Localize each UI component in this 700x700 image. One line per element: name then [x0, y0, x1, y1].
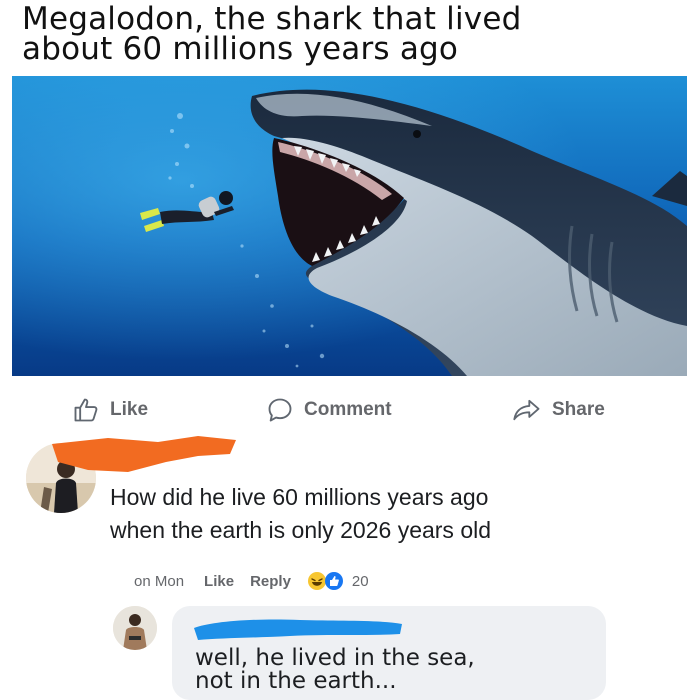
- post-title-line-1: Megalodon, the shark that lived: [22, 1, 522, 37]
- comment-icon: [268, 398, 292, 422]
- post-image[interactable]: [12, 76, 687, 376]
- replier-photo: [113, 606, 157, 650]
- comment-button[interactable]: Comment: [266, 396, 392, 424]
- share-icon: [513, 399, 540, 421]
- comment-reply-link[interactable]: Reply: [250, 573, 291, 590]
- like-button-label: Like: [110, 399, 149, 420]
- like-button[interactable]: Like: [72, 396, 148, 424]
- reactions[interactable]: [307, 571, 344, 591]
- comment-text-line-2: when the earth is only 2026 years old: [110, 517, 492, 543]
- comment-text: How did he live 60 millions years ago wh…: [110, 481, 670, 547]
- comment-meta: on Mon Like Reply 20: [134, 570, 369, 592]
- comment-like-link[interactable]: Like: [204, 573, 234, 590]
- megalodon-photo: [12, 76, 687, 376]
- redacted-replier-name: [194, 619, 402, 640]
- comment-button-label: Comment: [304, 399, 392, 420]
- reply-text-line-2: not in the earth...: [195, 668, 397, 694]
- post-actions-bar: Like Comment Share: [0, 392, 700, 432]
- reaction-count: 20: [351, 572, 369, 590]
- redacted-commenter-name: [52, 436, 236, 472]
- like-reaction-icon: [324, 572, 343, 590]
- share-button[interactable]: Share: [512, 396, 605, 424]
- comment-timestamp: on Mon: [134, 572, 185, 590]
- reply-text: well, he lived in the sea, not in the ea…: [195, 647, 595, 693]
- reply-avatar[interactable]: [113, 606, 157, 650]
- reply-text-line-1: well, he lived in the sea,: [195, 645, 475, 671]
- share-button-label: Share: [552, 399, 605, 420]
- post-title-line-2: about 60 millions years ago: [22, 31, 459, 67]
- post-title: Megalodon, the shark that lived about 60…: [22, 1, 682, 67]
- comment-text-line-1: How did he live 60 millions years ago: [110, 484, 489, 510]
- thumbs-up-icon: [74, 398, 98, 422]
